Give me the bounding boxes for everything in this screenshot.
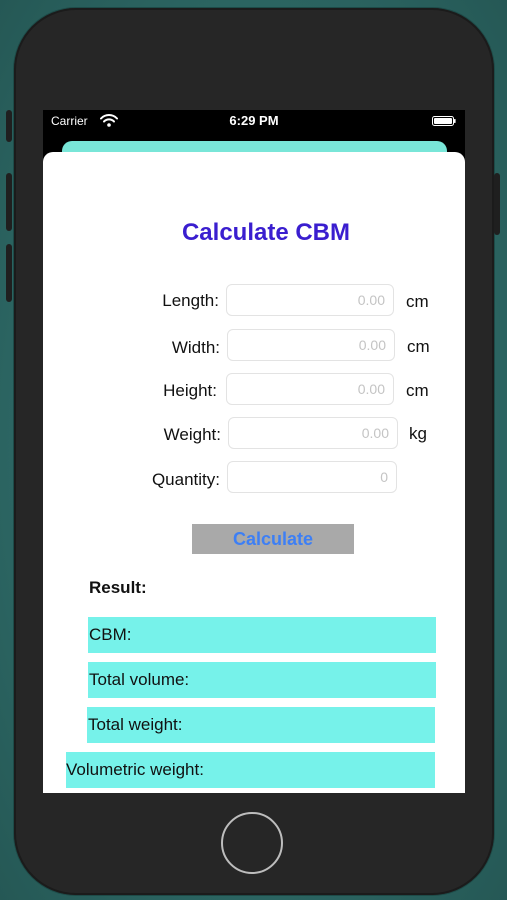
height-input[interactable]: [226, 373, 394, 405]
length-input[interactable]: [226, 284, 394, 316]
result-row-volumetric-weight: Volumetric weight:: [66, 752, 435, 788]
status-bar: Carrier 6:29 PM: [43, 110, 465, 132]
power-button: [494, 173, 500, 235]
battery-icon: [432, 116, 456, 126]
page-title: Calculate CBM: [181, 219, 351, 246]
calculate-button[interactable]: Calculate: [192, 524, 354, 554]
volume-up-button: [6, 173, 12, 231]
width-unit: cm: [407, 337, 430, 356]
quantity-input[interactable]: [227, 461, 397, 493]
result-row-cbm: CBM:: [88, 617, 436, 653]
screen: Carrier 6:29 PM Calculate CBM Length: cm…: [43, 110, 465, 793]
weight-label: Weight:: [163, 425, 221, 444]
modal-sheet: Calculate CBM Length: cm Width: cm Heigh…: [43, 152, 465, 793]
weight-unit: kg: [409, 424, 427, 443]
volume-down-button: [6, 244, 12, 302]
height-label: Height:: [163, 381, 217, 400]
home-button[interactable]: [221, 812, 283, 874]
result-heading: Result:: [89, 578, 147, 597]
result-row-total-weight: Total weight:: [87, 707, 435, 743]
height-unit: cm: [406, 381, 429, 400]
quantity-label: Quantity:: [151, 470, 220, 489]
result-row-total-volume: Total volume:: [88, 662, 436, 698]
mute-switch: [6, 110, 12, 142]
weight-input[interactable]: [228, 417, 398, 449]
width-label: Width:: [171, 338, 220, 357]
status-time: 6:29 PM: [229, 113, 279, 128]
length-unit: cm: [406, 292, 429, 311]
length-label: Length:: [162, 291, 219, 310]
width-input[interactable]: [227, 329, 395, 361]
